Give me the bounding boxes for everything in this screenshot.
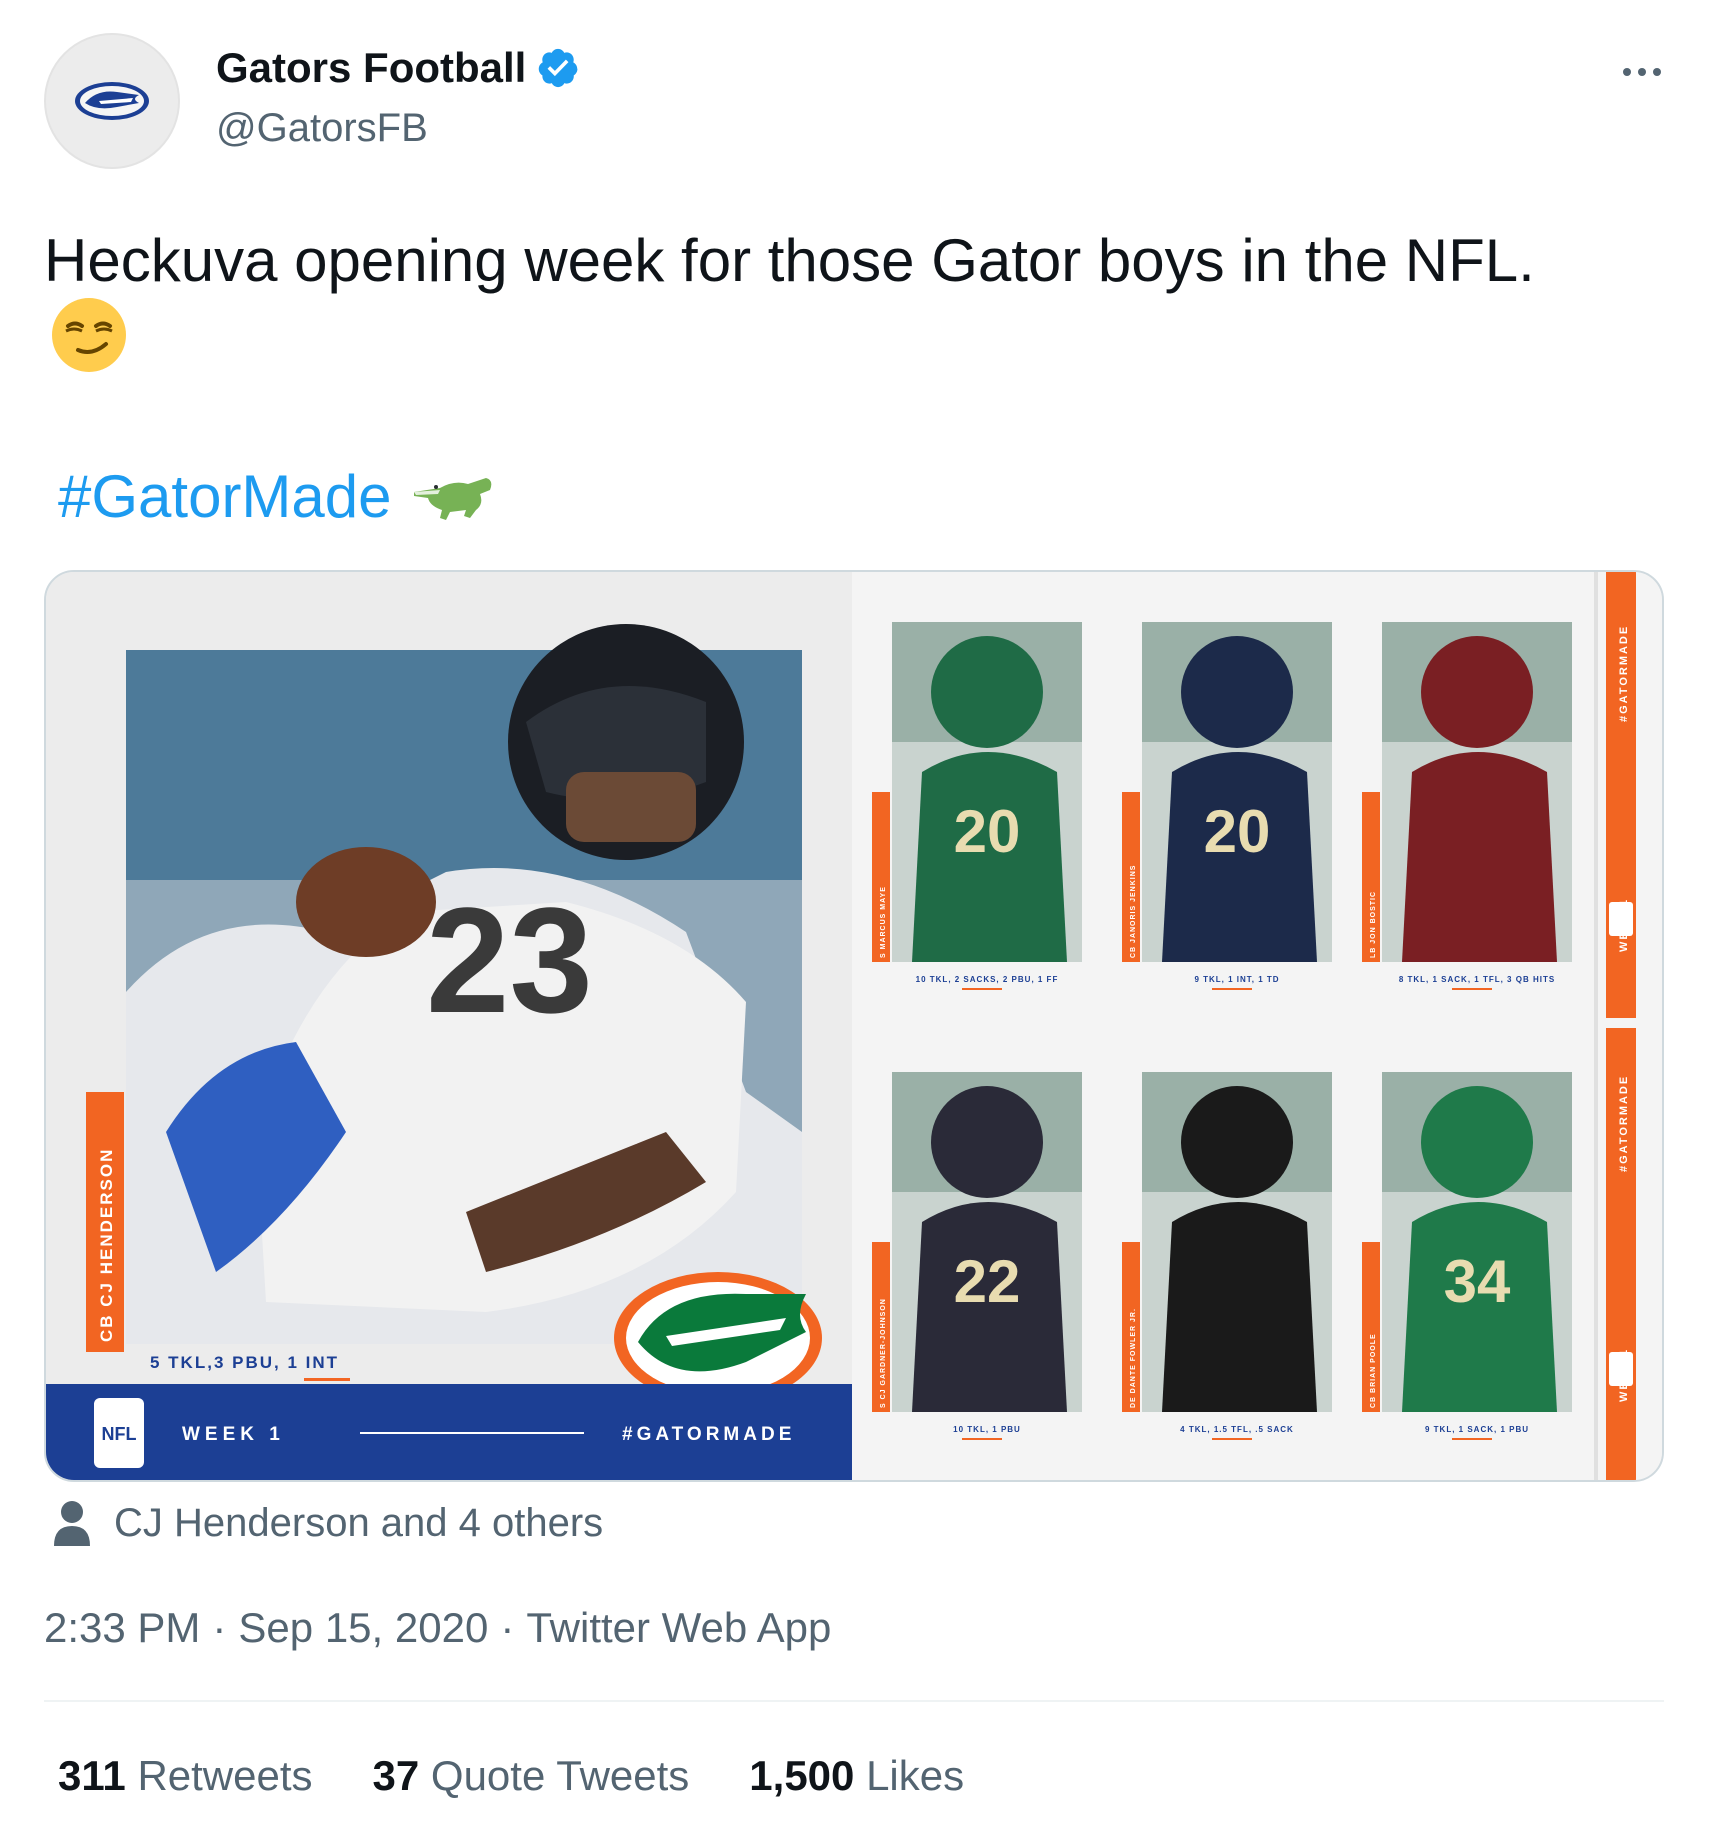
meta-separator: · [500, 1604, 515, 1651]
player-helmet [931, 1086, 1043, 1198]
media-image[interactable]: 23 CB CJ HENDERSON 5 TKL,3 PBU, 1 INT NF… [44, 570, 1664, 1482]
player-jersey-number: 20 [954, 798, 1021, 865]
player-stats: 9 TKL, 1 INT, 1 TD [1194, 975, 1279, 984]
player-jersey-number: 22 [954, 1248, 1021, 1315]
player-name-label: S CJ GARDNER-JOHNSON [880, 1298, 887, 1408]
engagement-stats: 311 Retweets 37 Quote Tweets 1,500 Likes [58, 1752, 964, 1800]
player-stats: 8 TKL, 1 SACK, 1 TFL, 3 QB HITS [1399, 975, 1555, 984]
quote-tweets-label: Quote Tweets [430, 1752, 690, 1799]
tagged-users-text[interactable]: CJ Henderson and 4 others [114, 1501, 603, 1546]
tweet-time[interactable]: 2:33 PM [44, 1604, 200, 1651]
tweet: Gators Football @GatorsFB Heckuva openin… [0, 0, 1710, 1844]
player-jersey-number: 20 [1204, 798, 1271, 865]
player-helmet [1421, 1086, 1533, 1198]
player-name-label: CB JANORIS JENKINS [1130, 865, 1137, 958]
meta-separator: · [212, 1604, 227, 1651]
name-row: Gators Football [216, 44, 580, 92]
side-tag-bottom: #GATORMADE [1618, 1075, 1630, 1172]
nfl-logo-icon [1609, 1352, 1633, 1386]
more-dot-icon [1623, 68, 1631, 76]
avatar[interactable] [44, 33, 180, 169]
player-jersey-number: 34 [1444, 1248, 1511, 1315]
divider [44, 1700, 1664, 1702]
display-name[interactable]: Gators Football [216, 44, 526, 92]
featured-week: WEEK 1 [182, 1424, 285, 1445]
featured-tag: #GATORMADE [622, 1424, 795, 1445]
featured-jersey: 23 [426, 876, 593, 1044]
side-tag-top: #GATORMADE [1618, 625, 1630, 722]
tweet-source[interactable]: Twitter Web App [526, 1604, 831, 1651]
handle[interactable]: @GatorsFB [216, 106, 428, 151]
quote-tweets-stat[interactable]: 37 Quote Tweets [373, 1752, 690, 1800]
hashtag-link[interactable]: #GatorMade [58, 462, 392, 531]
retweets-stat[interactable]: 311 Retweets [58, 1752, 313, 1800]
player-name-label: CB BRIAN POOLE [1370, 1333, 1377, 1408]
likes-stat[interactable]: 1,500 Likes [749, 1752, 964, 1800]
retweets-label: Retweets [137, 1752, 313, 1799]
player-jersey-body [1162, 1202, 1317, 1412]
tweet-date[interactable]: Sep 15, 2020 [238, 1604, 488, 1651]
more-dot-icon [1653, 68, 1661, 76]
player-helmet [1181, 1086, 1293, 1198]
tagged-users[interactable]: CJ Henderson and 4 others [52, 1500, 603, 1546]
nfl-logo-icon [1609, 902, 1633, 936]
player-card: 20 S MARCUS MAYE 10 TKL, 2 SACKS, 2 PBU, 1… [872, 622, 1082, 990]
retweets-count: 311 [58, 1752, 126, 1799]
player-card: LB JON BOSTIC 8 TKL, 1 SACK, 1 TFL, 3 QB … [1362, 622, 1572, 990]
player-stats: 10 TKL, 1 PBU [953, 1425, 1021, 1434]
player-helmet [1181, 636, 1293, 748]
featured-name-label: CB CJ HENDERSON [97, 1148, 116, 1342]
quote-tweets-count: 37 [372, 1752, 420, 1799]
smirking-face-emoji [52, 298, 126, 372]
tweet-meta: 2:33 PM · Sep 15, 2020 · Twitter Web App [44, 1604, 831, 1652]
player-stats: 9 TKL, 1 SACK, 1 PBU [1425, 1425, 1529, 1434]
hashtag-row: #GatorMade [58, 462, 496, 531]
person-icon [54, 1501, 90, 1546]
player-card: 20 CB JANORIS JENKINS 9 TKL, 1 INT, 1 TD [1122, 622, 1332, 990]
gator-logo-icon [75, 82, 149, 120]
nfl-logo-text: NFL [102, 1424, 137, 1444]
more-options-button[interactable] [1612, 52, 1672, 92]
player-card: 22 S CJ GARDNER-JOHNSON 10 TKL, 1 PBU [872, 1072, 1082, 1440]
player-name-label: DE DANTE FOWLER JR. [1130, 1308, 1137, 1408]
player-name-label: S MARCUS MAYE [880, 886, 887, 958]
crocodile-emoji [410, 470, 496, 524]
likes-count: 1,500 [749, 1752, 855, 1799]
player-card: 34 CB BRIAN POOLE 9 TKL, 1 SACK, 1 PBU [1362, 1072, 1572, 1440]
player-card: DE DANTE FOWLER JR. 4 TKL, 1.5 TFL, .5 SA… [1122, 1072, 1332, 1440]
featured-stats: 5 TKL,3 PBU, 1 INT [150, 1353, 339, 1372]
player-stats: 4 TKL, 1.5 TFL, .5 SACK [1180, 1425, 1294, 1434]
player-helmet [931, 636, 1043, 748]
player-jersey-body [1402, 752, 1557, 962]
player-stats: 10 TKL, 2 SACKS, 2 PBU, 1 FF [916, 975, 1059, 984]
more-dot-icon [1638, 68, 1646, 76]
likes-label: Likes [866, 1752, 965, 1799]
player-helmet [1421, 636, 1533, 748]
tweet-text: Heckuva opening week for those Gator boy… [44, 227, 1535, 294]
player-name-label: LB JON BOSTIC [1370, 891, 1377, 958]
verified-badge-icon [536, 46, 580, 90]
